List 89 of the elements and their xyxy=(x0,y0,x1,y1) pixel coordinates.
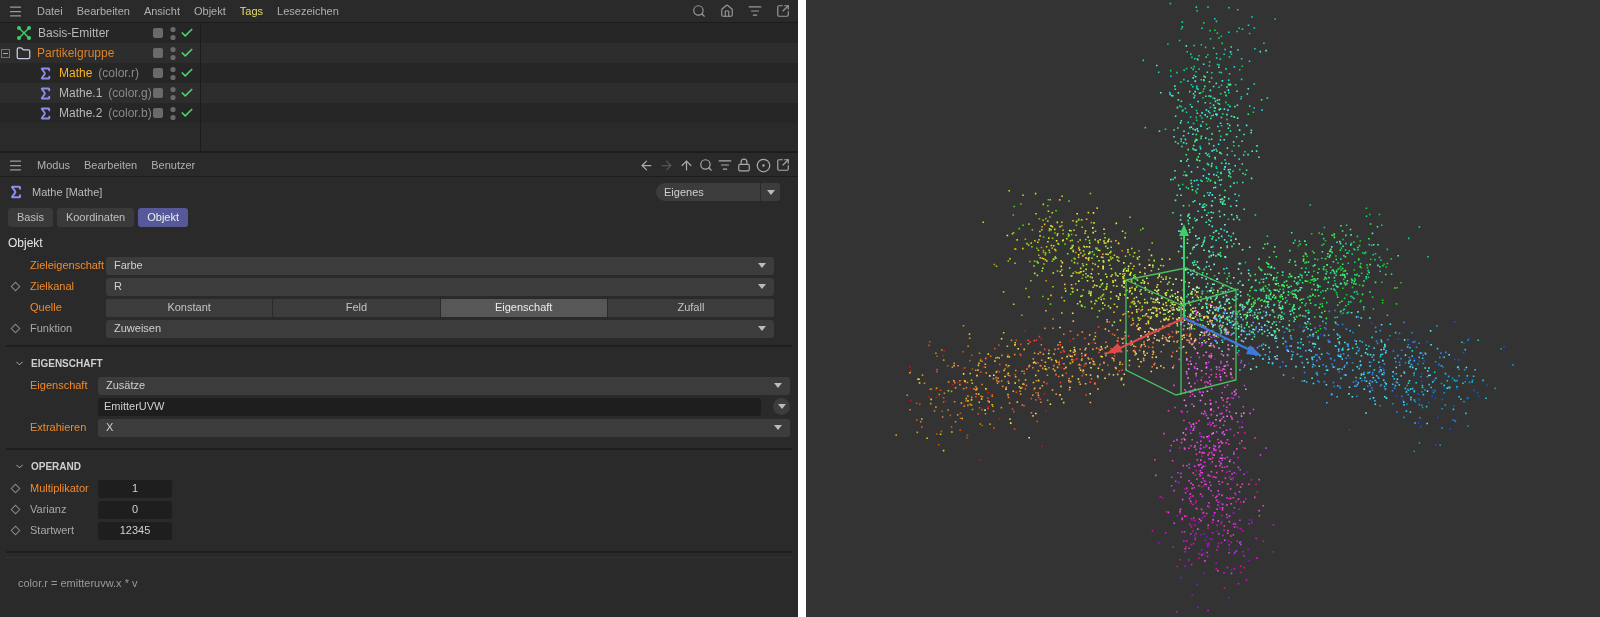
menu-item[interactable]: Modus xyxy=(37,156,71,174)
sigma-icon xyxy=(38,85,53,101)
external-window-icon[interactable] xyxy=(776,158,790,172)
visibility-dots-icon[interactable] xyxy=(170,105,176,121)
param-label: Extrahieren xyxy=(30,422,87,433)
object-title: Mathe [Mathe] xyxy=(32,184,103,200)
menu-item[interactable]: Lesezeichen xyxy=(277,2,339,20)
search-icon[interactable] xyxy=(699,158,713,172)
visibility-dots-icon[interactable] xyxy=(170,85,176,101)
formula-text: color.r = emitteruvw.x * v xyxy=(18,577,138,589)
collapse-toggle[interactable] xyxy=(1,48,10,58)
number-field[interactable]: 0 xyxy=(98,500,172,519)
object-tag-label: (color.b) xyxy=(108,105,152,122)
segment-button[interactable]: Feld xyxy=(273,298,440,317)
home-icon[interactable] xyxy=(720,4,734,18)
param-label: Zielkanal xyxy=(30,281,75,292)
sigma-icon xyxy=(8,184,24,200)
param-label: Varianz xyxy=(30,504,67,515)
target-icon[interactable] xyxy=(756,157,771,173)
check-icon[interactable] xyxy=(180,86,194,100)
text-field[interactable]: EmitterUVW xyxy=(98,397,761,416)
tab[interactable]: Koordinaten xyxy=(56,208,135,227)
dropdown-field[interactable]: Zusätze xyxy=(98,376,790,395)
dropdown-caret-icon xyxy=(758,284,766,289)
object-tag-label: (color.r) xyxy=(98,65,140,82)
segment-button[interactable]: Zufall xyxy=(607,298,774,317)
dropdown-caret-icon xyxy=(766,189,775,195)
menu-item[interactable]: Datei xyxy=(37,2,63,20)
param-label: Zieleigenschaft xyxy=(30,260,104,271)
param-label: Funktion xyxy=(30,323,73,334)
sigma-icon xyxy=(38,105,53,121)
menu-icon[interactable] xyxy=(8,3,23,19)
dropdown-value: Zuweisen xyxy=(114,323,162,334)
dropdown-caret-icon xyxy=(758,326,766,331)
number-field[interactable]: 1 xyxy=(98,479,172,498)
menu-icon[interactable] xyxy=(8,157,23,173)
check-icon[interactable] xyxy=(180,106,194,120)
dropdown-value: Zusätze xyxy=(106,380,146,391)
group-heading[interactable]: OPERAND xyxy=(31,458,81,474)
object-name[interactable]: Basis-Emitter xyxy=(38,24,110,42)
emitter-icon xyxy=(16,25,32,41)
viewport[interactable] xyxy=(806,0,1600,617)
dropdown-caret-icon xyxy=(758,263,766,268)
filter-icon[interactable] xyxy=(718,158,732,172)
segment-button[interactable]: Konstant xyxy=(106,298,273,317)
visibility-dots-icon[interactable] xyxy=(170,25,176,41)
check-icon[interactable] xyxy=(180,46,194,60)
visibility-dots-icon[interactable] xyxy=(170,65,176,81)
visibility-dots-icon[interactable] xyxy=(170,45,176,61)
dropdown-field[interactable]: Farbe xyxy=(106,256,774,275)
object-name[interactable]: Mathe.1 xyxy=(59,84,103,102)
check-icon[interactable] xyxy=(180,66,194,80)
check-icon[interactable] xyxy=(180,26,194,40)
section-heading: Objekt xyxy=(7,235,44,252)
external-window-icon[interactable] xyxy=(776,4,790,18)
object-name[interactable]: Partikelgruppe xyxy=(37,44,115,62)
dropdown-caret-icon xyxy=(774,425,782,430)
group-heading[interactable]: EIGENSCHAFT xyxy=(31,355,103,371)
menu-item[interactable]: Objekt xyxy=(194,2,226,20)
dropdown-value: Farbe xyxy=(114,260,143,271)
search-icon[interactable] xyxy=(692,4,706,18)
param-label: Eigenschaft xyxy=(30,380,88,391)
filter-icon[interactable] xyxy=(748,4,762,18)
dropdown-caret-icon[interactable] xyxy=(773,398,790,415)
tab[interactable]: Objekt xyxy=(138,208,189,227)
menu-item[interactable]: Tags xyxy=(239,2,264,20)
object-name[interactable]: Mathe xyxy=(59,64,93,82)
sigma-icon xyxy=(38,65,53,81)
param-label: Startwert xyxy=(30,525,74,536)
object-name[interactable]: Mathe.2 xyxy=(59,104,103,122)
param-label: Multiplikator xyxy=(30,483,89,494)
menu-item[interactable]: Bearbeiten xyxy=(84,156,138,174)
dropdown-field[interactable]: R xyxy=(106,277,774,296)
mode-dropdown[interactable]: Eigenes xyxy=(656,183,780,201)
dropdown-field[interactable]: X xyxy=(98,418,790,437)
segment-button[interactable]: Eigenschaft xyxy=(440,298,607,317)
tab[interactable]: Basis xyxy=(8,208,53,227)
lock-icon[interactable] xyxy=(737,158,751,172)
dropdown-caret-icon xyxy=(774,383,782,388)
number-field[interactable]: 12345 xyxy=(98,521,172,540)
menu-item[interactable]: Ansicht xyxy=(143,2,180,20)
menu-item[interactable]: Benutzer xyxy=(151,156,196,174)
param-label: Quelle xyxy=(30,302,62,313)
dropdown-field[interactable]: Zuweisen xyxy=(106,319,774,338)
object-tag-label: (color.g) xyxy=(108,85,152,102)
folder-icon xyxy=(16,45,31,61)
dropdown-value: X xyxy=(106,422,114,433)
menu-item[interactable]: Bearbeiten xyxy=(76,2,130,20)
dropdown-value: R xyxy=(114,281,122,292)
